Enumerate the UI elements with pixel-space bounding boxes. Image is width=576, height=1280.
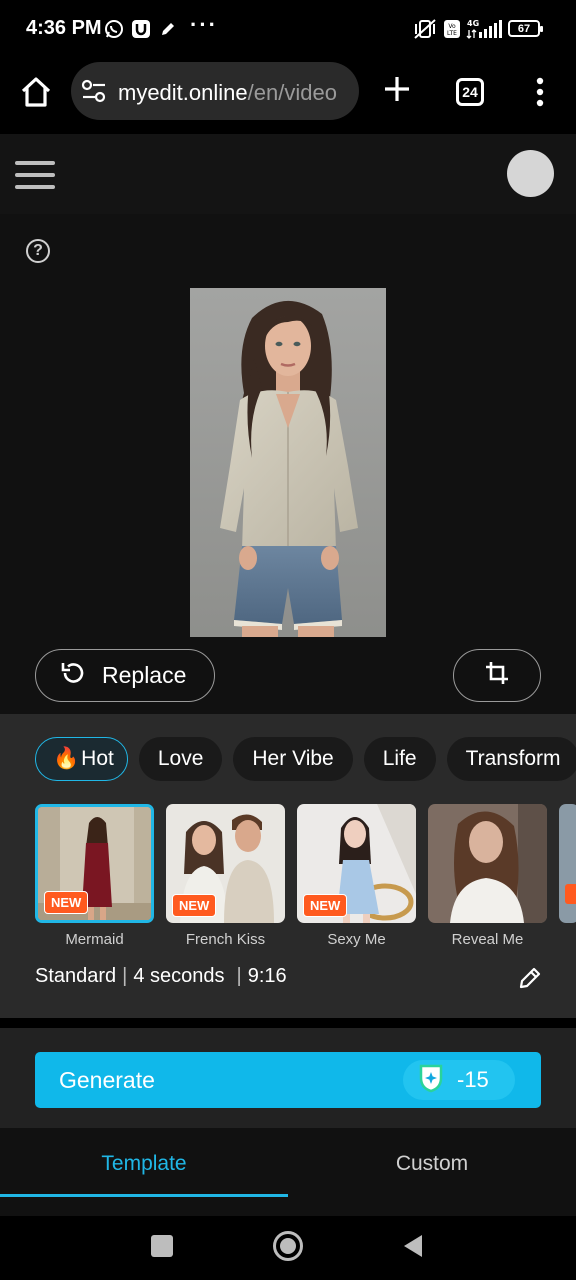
template-panel: 🔥 Hot Love Her Vibe Life Transform NEW Me… bbox=[0, 714, 576, 1018]
battery-indicator: 67 bbox=[508, 20, 543, 37]
help-icon[interactable]: ? bbox=[26, 239, 50, 263]
tab-switcher-button[interactable]: 24 bbox=[456, 78, 484, 106]
mode-tabs: Template Custom bbox=[0, 1128, 576, 1216]
template-thumbnail bbox=[428, 804, 547, 923]
vibrate-muted-icon bbox=[412, 18, 438, 40]
template-card-mermaid[interactable]: NEW Mermaid bbox=[35, 804, 154, 952]
status-time: 4:36 PM bbox=[26, 17, 102, 39]
duration-setting: 4 seconds bbox=[133, 965, 225, 987]
pen-notification-icon bbox=[158, 18, 178, 40]
site-settings-icon[interactable] bbox=[81, 79, 107, 103]
home-button[interactable] bbox=[18, 74, 54, 110]
credit-shield-icon bbox=[417, 1063, 445, 1098]
chip-transform[interactable]: Transform bbox=[446, 737, 576, 781]
generate-bar: Generate -15 bbox=[0, 1028, 576, 1128]
browser-menu-icon[interactable] bbox=[530, 76, 550, 110]
more-notifications-icon: ··· bbox=[190, 12, 218, 37]
separator: | bbox=[122, 965, 128, 987]
tab-custom[interactable]: Custom bbox=[288, 1152, 576, 1176]
undo-icon bbox=[60, 660, 86, 691]
url-path: /en/video bbox=[247, 80, 337, 105]
chip-life[interactable]: Life bbox=[363, 737, 436, 781]
signal-icon: 4G bbox=[465, 18, 503, 40]
replace-label: Replace bbox=[102, 662, 187, 688]
app-header bbox=[0, 134, 576, 214]
quality-setting: Standard bbox=[35, 965, 117, 987]
generate-button[interactable]: Generate -15 bbox=[35, 1052, 541, 1108]
battery-level: 67 bbox=[517, 22, 531, 35]
active-tab-indicator bbox=[0, 1194, 288, 1197]
address-bar[interactable]: myedit.online/en/video bbox=[71, 62, 359, 120]
menu-icon[interactable] bbox=[15, 161, 55, 189]
template-name: French Kiss bbox=[185, 931, 266, 948]
template-list: NEW Mermaid NEW French Kiss NEW Sexy Me … bbox=[35, 804, 576, 952]
template-thumbnail: NEW bbox=[166, 804, 285, 923]
url-host: myedit.online bbox=[118, 80, 248, 105]
chip-hot[interactable]: 🔥 Hot bbox=[35, 737, 128, 781]
svg-text:Vo: Vo bbox=[448, 23, 456, 30]
home-nav-button[interactable] bbox=[273, 1231, 303, 1261]
replace-button[interactable]: Replace bbox=[35, 649, 215, 702]
template-card-french-kiss[interactable]: NEW French Kiss bbox=[166, 804, 285, 952]
tab-template[interactable]: Template bbox=[0, 1152, 288, 1176]
chip-label: Love bbox=[157, 747, 204, 770]
template-card-sexy-me[interactable]: NEW Sexy Me bbox=[297, 804, 416, 952]
generation-settings: Standard | 4 seconds | 9:16 bbox=[35, 965, 287, 988]
credit-cost: -15 bbox=[403, 1060, 515, 1100]
crop-button[interactable] bbox=[453, 649, 541, 702]
new-tab-button[interactable] bbox=[382, 74, 412, 104]
edit-settings-icon[interactable] bbox=[518, 966, 542, 990]
chip-label: Transform bbox=[465, 747, 561, 770]
template-name: Mermaid bbox=[65, 931, 124, 948]
generate-label: Generate bbox=[59, 1067, 155, 1093]
whatsapp-icon bbox=[104, 18, 124, 40]
chip-love[interactable]: Love bbox=[138, 737, 223, 781]
svg-text:LTE: LTE bbox=[447, 30, 457, 37]
template-name: Sexy Me bbox=[327, 931, 386, 948]
system-nav-bar bbox=[0, 1216, 576, 1280]
volte-icon: Vo LTE bbox=[443, 18, 461, 40]
credit-cost-value: -15 bbox=[457, 1067, 489, 1092]
template-thumbnail: NEW bbox=[35, 804, 154, 923]
ratio-setting: 9:16 bbox=[247, 965, 287, 987]
svg-text:4G: 4G bbox=[467, 19, 479, 28]
url-text: myedit.online/en/video bbox=[118, 80, 350, 106]
template-name: Reveal Me bbox=[451, 931, 524, 948]
chip-her-vibe[interactable]: Her Vibe bbox=[233, 737, 353, 781]
crop-icon bbox=[485, 661, 509, 690]
category-chips: 🔥 Hot Love Her Vibe Life Transform bbox=[35, 737, 576, 781]
new-badge: NEW bbox=[44, 891, 89, 914]
template-thumbnail: NEW bbox=[297, 804, 416, 923]
chip-label: Her Vibe bbox=[252, 747, 334, 770]
tab-count: 24 bbox=[462, 84, 478, 100]
chip-label: Life bbox=[382, 747, 417, 770]
template-thumbnail bbox=[559, 804, 576, 923]
new-badge: NEW bbox=[172, 894, 217, 917]
browser-toolbar: myedit.online/en/video 24 bbox=[0, 58, 576, 134]
app-notification-icon bbox=[131, 18, 151, 40]
recents-button[interactable] bbox=[151, 1235, 173, 1257]
status-bar: 4:36 PM ··· Vo LTE 4G 67 bbox=[0, 0, 576, 58]
new-badge: NEW bbox=[303, 894, 348, 917]
preview-area: ? Replace bbox=[0, 214, 576, 714]
avatar[interactable] bbox=[507, 150, 554, 197]
flame-icon: 🔥 bbox=[53, 747, 80, 770]
template-card-partial[interactable] bbox=[559, 804, 576, 952]
separator: | bbox=[236, 965, 242, 987]
uploaded-photo bbox=[190, 288, 386, 637]
chip-label: Hot bbox=[81, 747, 114, 770]
back-button[interactable] bbox=[402, 1234, 424, 1258]
template-card-reveal-me[interactable]: Reveal Me bbox=[428, 804, 547, 952]
